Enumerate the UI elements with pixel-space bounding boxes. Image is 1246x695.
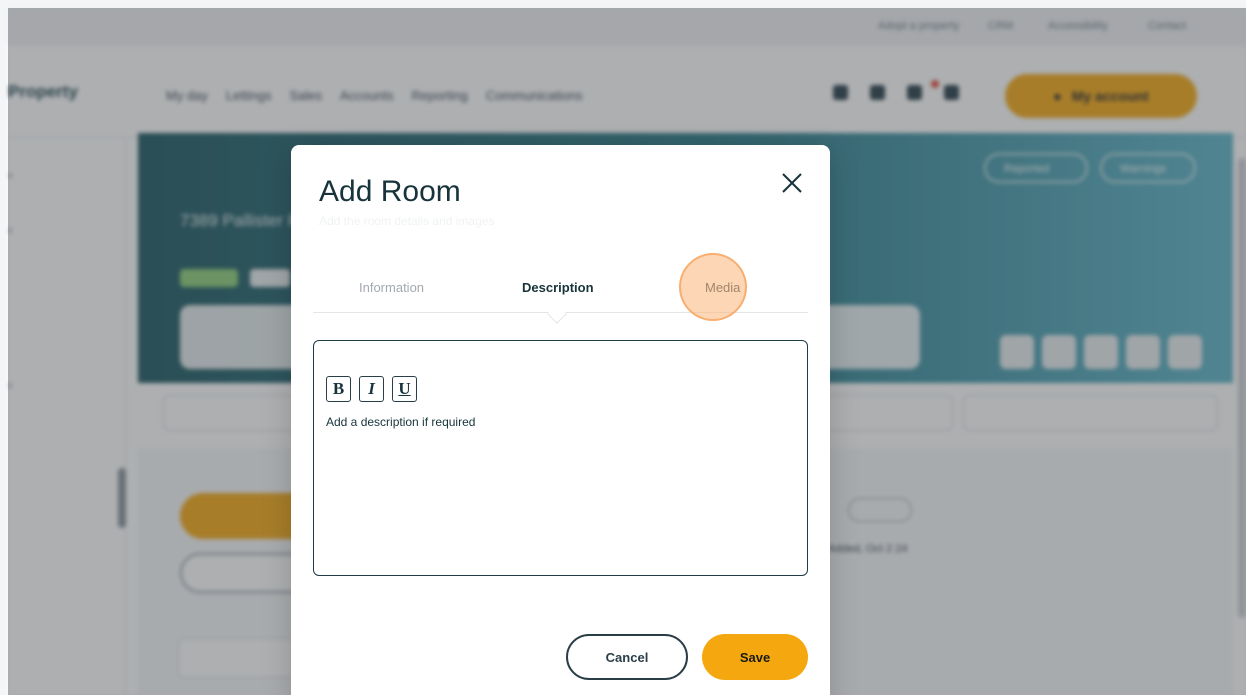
save-button[interactable]: Save	[702, 634, 808, 680]
tab-media[interactable]: Media	[705, 280, 740, 295]
underline-button[interactable]: U	[392, 376, 417, 402]
add-room-modal: Add Room Add the room details and images…	[291, 145, 830, 695]
modal-tabs: Information Description Media	[313, 267, 808, 324]
italic-button[interactable]: I	[359, 376, 384, 402]
description-editor[interactable]: B I U Add a description if required	[313, 340, 808, 576]
bold-button[interactable]: B	[326, 376, 351, 402]
active-tab-indicator	[547, 304, 567, 324]
description-placeholder[interactable]: Add a description if required	[326, 415, 475, 429]
tab-information[interactable]: Information	[359, 280, 424, 295]
editor-toolbar: B I U	[326, 376, 417, 402]
modal-title: Add Room	[319, 175, 461, 208]
modal-subtitle: Add the room details and images	[319, 214, 495, 228]
cancel-button[interactable]: Cancel	[566, 634, 688, 680]
tab-description[interactable]: Description	[522, 280, 594, 295]
close-icon	[782, 173, 802, 193]
close-button[interactable]	[776, 167, 808, 199]
